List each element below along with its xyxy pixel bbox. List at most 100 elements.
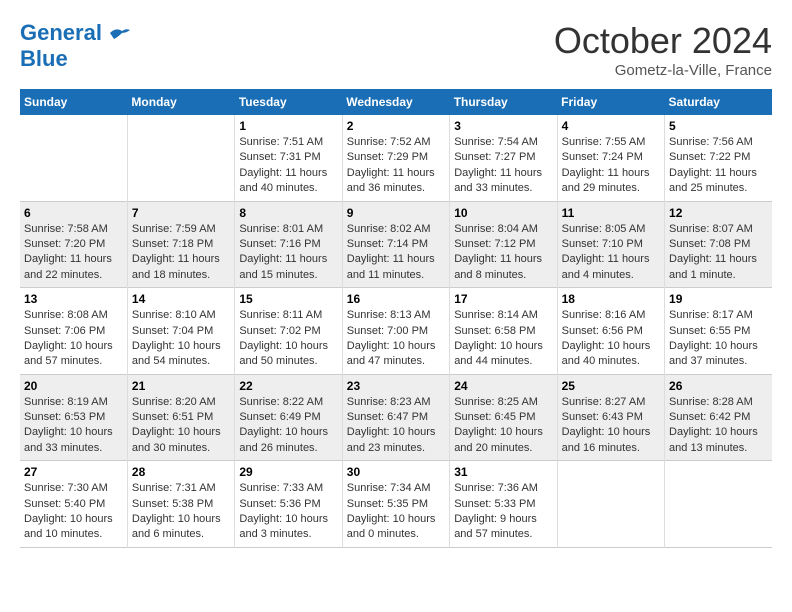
day-number: 27 xyxy=(24,465,123,479)
col-header-thursday: Thursday xyxy=(450,89,557,115)
day-number: 18 xyxy=(562,292,660,306)
calendar-row-2: 13 Sunrise: 8:08 AM Sunset: 7:06 PM Dayli… xyxy=(20,288,772,375)
logo: General Blue xyxy=(20,20,132,73)
col-header-sunday: Sunday xyxy=(20,89,127,115)
calendar-cell: 15 Sunrise: 8:11 AM Sunset: 7:02 PM Dayli… xyxy=(235,288,342,375)
day-info: Sunrise: 8:08 AM Sunset: 7:06 PM Dayligh… xyxy=(24,308,123,370)
page-header: General Blue October 2024 Gometz-la-Vill… xyxy=(20,20,772,79)
day-info: Sunrise: 8:02 AM Sunset: 7:14 PM Dayligh… xyxy=(347,222,445,284)
calendar-row-3: 20 Sunrise: 8:19 AM Sunset: 6:53 PM Dayli… xyxy=(20,374,772,461)
logo-blue-text: Blue xyxy=(20,46,132,72)
day-info: Sunrise: 8:16 AM Sunset: 6:56 PM Dayligh… xyxy=(562,308,660,370)
calendar-cell: 20 Sunrise: 8:19 AM Sunset: 6:53 PM Dayli… xyxy=(20,374,127,461)
day-number: 16 xyxy=(347,292,445,306)
day-number: 7 xyxy=(132,206,230,220)
day-number: 28 xyxy=(132,465,230,479)
calendar-cell: 30Sunrise: 7:34 AM Sunset: 5:35 PM Dayli… xyxy=(342,461,449,548)
day-info: Sunrise: 8:13 AM Sunset: 7:00 PM Dayligh… xyxy=(347,308,445,370)
day-number: 29 xyxy=(239,465,337,479)
day-info: Sunrise: 8:25 AM Sunset: 6:45 PM Dayligh… xyxy=(454,395,552,457)
day-number: 10 xyxy=(454,206,552,220)
calendar-cell: 23Sunrise: 8:23 AM Sunset: 6:47 PM Dayli… xyxy=(342,374,449,461)
day-number: 1 xyxy=(239,119,337,133)
calendar-cell: 12 Sunrise: 8:07 AM Sunset: 7:08 PM Dayli… xyxy=(665,201,772,288)
day-number: 24 xyxy=(454,379,552,393)
day-number: 5 xyxy=(669,119,768,133)
day-number: 26 xyxy=(669,379,768,393)
calendar-cell: 4Sunrise: 7:55 AM Sunset: 7:24 PM Daylig… xyxy=(557,115,664,201)
day-info: Sunrise: 8:05 AM Sunset: 7:10 PM Dayligh… xyxy=(562,222,660,284)
col-header-wednesday: Wednesday xyxy=(342,89,449,115)
calendar-cell: 11 Sunrise: 8:05 AM Sunset: 7:10 PM Dayli… xyxy=(557,201,664,288)
day-number: 14 xyxy=(132,292,230,306)
day-info: Sunrise: 8:19 AM Sunset: 6:53 PM Dayligh… xyxy=(24,395,123,457)
calendar-table: SundayMondayTuesdayWednesdayThursdayFrid… xyxy=(20,89,772,548)
calendar-row-0: 1 Sunrise: 7:51 AM Sunset: 7:31 PM Daylig… xyxy=(20,115,772,201)
day-info: Sunrise: 7:54 AM Sunset: 7:27 PM Dayligh… xyxy=(454,135,552,197)
calendar-cell: 27Sunrise: 7:30 AM Sunset: 5:40 PM Dayli… xyxy=(20,461,127,548)
calendar-cell: 26 Sunrise: 8:28 AM Sunset: 6:42 PM Dayli… xyxy=(665,374,772,461)
day-info: Sunrise: 8:07 AM Sunset: 7:08 PM Dayligh… xyxy=(669,222,768,284)
calendar-row-4: 27Sunrise: 7:30 AM Sunset: 5:40 PM Dayli… xyxy=(20,461,772,548)
day-info: Sunrise: 7:33 AM Sunset: 5:36 PM Dayligh… xyxy=(239,481,337,543)
day-number: 11 xyxy=(562,206,660,220)
day-info: Sunrise: 8:11 AM Sunset: 7:02 PM Dayligh… xyxy=(239,308,337,370)
day-number: 2 xyxy=(347,119,445,133)
day-info: Sunrise: 7:52 AM Sunset: 7:29 PM Dayligh… xyxy=(347,135,445,197)
day-number: 17 xyxy=(454,292,552,306)
day-info: Sunrise: 8:28 AM Sunset: 6:42 PM Dayligh… xyxy=(669,395,768,457)
day-info: Sunrise: 8:27 AM Sunset: 6:43 PM Dayligh… xyxy=(562,395,660,457)
day-info: Sunrise: 8:22 AM Sunset: 6:49 PM Dayligh… xyxy=(239,395,337,457)
column-headers: SundayMondayTuesdayWednesdayThursdayFrid… xyxy=(20,89,772,115)
day-number: 31 xyxy=(454,465,552,479)
calendar-cell xyxy=(127,115,234,201)
calendar-cell: 9Sunrise: 8:02 AM Sunset: 7:14 PM Daylig… xyxy=(342,201,449,288)
calendar-cell xyxy=(665,461,772,548)
logo-bird-icon xyxy=(108,25,132,43)
calendar-cell: 5Sunrise: 7:56 AM Sunset: 7:22 PM Daylig… xyxy=(665,115,772,201)
day-number: 12 xyxy=(669,206,768,220)
calendar-cell: 24 Sunrise: 8:25 AM Sunset: 6:45 PM Dayli… xyxy=(450,374,557,461)
col-header-saturday: Saturday xyxy=(665,89,772,115)
calendar-cell: 19 Sunrise: 8:17 AM Sunset: 6:55 PM Dayli… xyxy=(665,288,772,375)
day-number: 15 xyxy=(239,292,337,306)
day-number: 4 xyxy=(562,119,660,133)
calendar-cell: 14 Sunrise: 8:10 AM Sunset: 7:04 PM Dayli… xyxy=(127,288,234,375)
calendar-cell: 3 Sunrise: 7:54 AM Sunset: 7:27 PM Daylig… xyxy=(450,115,557,201)
calendar-cell: 16 Sunrise: 8:13 AM Sunset: 7:00 PM Dayli… xyxy=(342,288,449,375)
day-number: 22 xyxy=(239,379,337,393)
calendar-cell: 1 Sunrise: 7:51 AM Sunset: 7:31 PM Daylig… xyxy=(235,115,342,201)
day-info: Sunrise: 7:36 AM Sunset: 5:33 PM Dayligh… xyxy=(454,481,552,543)
day-number: 25 xyxy=(562,379,660,393)
calendar-cell: 7Sunrise: 7:59 AM Sunset: 7:18 PM Daylig… xyxy=(127,201,234,288)
calendar-cell: 18 Sunrise: 8:16 AM Sunset: 6:56 PM Dayli… xyxy=(557,288,664,375)
day-info: Sunrise: 8:17 AM Sunset: 6:55 PM Dayligh… xyxy=(669,308,768,370)
day-number: 21 xyxy=(132,379,230,393)
day-info: Sunrise: 8:20 AM Sunset: 6:51 PM Dayligh… xyxy=(132,395,230,457)
calendar-cell: 8Sunrise: 8:01 AM Sunset: 7:16 PM Daylig… xyxy=(235,201,342,288)
col-header-friday: Friday xyxy=(557,89,664,115)
month-title: October 2024 xyxy=(554,20,772,62)
day-number: 13 xyxy=(24,292,123,306)
calendar-cell: 6Sunrise: 7:58 AM Sunset: 7:20 PM Daylig… xyxy=(20,201,127,288)
day-number: 30 xyxy=(347,465,445,479)
day-number: 19 xyxy=(669,292,768,306)
logo-text: General xyxy=(20,20,132,46)
day-number: 8 xyxy=(239,206,337,220)
calendar-cell: 17Sunrise: 8:14 AM Sunset: 6:58 PM Dayli… xyxy=(450,288,557,375)
day-info: Sunrise: 7:31 AM Sunset: 5:38 PM Dayligh… xyxy=(132,481,230,543)
location: Gometz-la-Ville, France xyxy=(554,62,772,79)
day-info: Sunrise: 7:51 AM Sunset: 7:31 PM Dayligh… xyxy=(239,135,337,197)
day-info: Sunrise: 8:10 AM Sunset: 7:04 PM Dayligh… xyxy=(132,308,230,370)
calendar-cell: 31 Sunrise: 7:36 AM Sunset: 5:33 PM Dayli… xyxy=(450,461,557,548)
calendar-cell xyxy=(20,115,127,201)
day-number: 23 xyxy=(347,379,445,393)
title-block: October 2024 Gometz-la-Ville, France xyxy=(554,20,772,79)
calendar-cell: 13 Sunrise: 8:08 AM Sunset: 7:06 PM Dayli… xyxy=(20,288,127,375)
day-number: 3 xyxy=(454,119,552,133)
day-number: 6 xyxy=(24,206,123,220)
day-info: Sunrise: 8:04 AM Sunset: 7:12 PM Dayligh… xyxy=(454,222,552,284)
day-number: 20 xyxy=(24,379,123,393)
calendar-cell: 25 Sunrise: 8:27 AM Sunset: 6:43 PM Dayli… xyxy=(557,374,664,461)
col-header-tuesday: Tuesday xyxy=(235,89,342,115)
